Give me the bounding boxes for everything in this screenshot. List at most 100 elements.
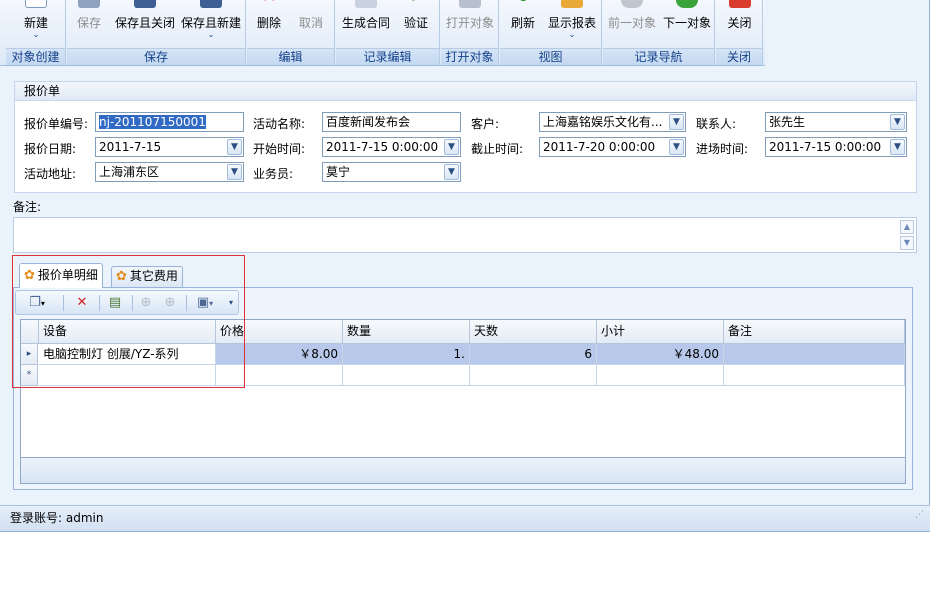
ribbon-group-navigation: 前一对象 下一对象 记录导航 [603, 0, 715, 66]
close-icon [728, 0, 751, 8]
quote-header-panel: 报价单 报价单编号: nj-201107150001 活动名称: 百度新闻发布会… [14, 81, 917, 193]
save-new-button[interactable]: 保存且新建 ⌄ [178, 0, 244, 48]
show-report-button[interactable]: 显示报表 ⌄ [544, 0, 600, 48]
delete-button[interactable]: ✕ 删除 [249, 0, 289, 48]
close-button[interactable]: 关闭 [718, 0, 761, 48]
new-row-cell[interactable] [470, 365, 597, 386]
quote-date-combo[interactable]: 2011-7-15 ▼ [95, 137, 244, 157]
new-row-cell[interactable] [39, 365, 216, 386]
remarks-label: 备注: [13, 200, 42, 214]
chevron-down-icon[interactable]: ▼ [669, 139, 684, 155]
chevron-down-icon[interactable]: ▼ [444, 139, 459, 155]
floppy-disk-icon [134, 0, 156, 8]
move-down-button[interactable]: ⊕ [160, 294, 180, 312]
chevron-down-icon[interactable]: ▼ [669, 114, 684, 130]
floppy-disk-icon [78, 0, 100, 8]
chevron-down-icon: ▾ [228, 298, 233, 307]
chevron-down-icon[interactable]: ▼ [890, 114, 905, 130]
customer-combo[interactable]: 上海嘉铭娱乐文化有... ▼ [539, 112, 686, 132]
start-time-combo[interactable]: 2011-7-15 0:00:00 ▼ [322, 137, 461, 157]
address-combo[interactable]: 上海浦东区 ▼ [95, 162, 244, 182]
open-object-button[interactable]: 打开对象 [443, 0, 497, 48]
table-cell-device[interactable]: 电脑控制灯 创展/YZ-系列 [39, 344, 216, 365]
delete-x-icon: ✕ [258, 0, 280, 8]
ribbon-group-label: 对象创建 [6, 48, 65, 65]
new-row-cell[interactable] [597, 365, 724, 386]
new-row-cell[interactable] [724, 365, 905, 386]
chevron-down-icon[interactable]: ▼ [227, 139, 242, 155]
entry-time-label: 进场时间: [696, 142, 749, 156]
toolbar-separator [99, 295, 100, 311]
add-row-button[interactable]: ❐▾ [24, 294, 50, 312]
delete-row-button[interactable]: ✕ [72, 294, 92, 312]
chevron-down-icon[interactable]: ▼ [890, 139, 905, 155]
customer-label: 客户: [471, 117, 500, 131]
scroll-up-icon[interactable]: ▲ [900, 220, 914, 234]
move-up-button[interactable]: ⊕ [136, 294, 156, 312]
column-header-price[interactable]: 价格 [216, 320, 343, 344]
contract-icon [355, 0, 377, 8]
new-document-icon [25, 0, 47, 8]
resize-grip-icon[interactable]: ⋰ [915, 503, 924, 527]
ribbon-group-label: 视图 [500, 48, 601, 65]
new-button[interactable]: 新建 ⌄ [10, 0, 62, 48]
tab-other-fees[interactable]: ✿ 其它费用 [111, 266, 183, 287]
table-cell-subtotal[interactable]: ￥48.00 [597, 344, 724, 365]
remarks-scrollbar[interactable]: ▲ ▼ [900, 220, 914, 250]
grid-edit-button[interactable]: ▤ [105, 294, 125, 312]
ribbon-group-view: ↻ 刷新 显示报表 ⌄ 视图 [500, 0, 602, 66]
remarks-textarea[interactable]: ▲ ▼ [13, 217, 917, 253]
undo-icon [300, 0, 322, 8]
chevron-down-icon[interactable]: ▼ [444, 164, 459, 180]
table-cell-note[interactable] [724, 344, 905, 365]
column-header-qty[interactable]: 数量 [343, 320, 470, 344]
toolbar-overflow-button[interactable]: ▾ [225, 294, 237, 312]
ribbon-group-label: 打开对象 [441, 48, 498, 65]
table-cell-price[interactable]: ￥8.00 [216, 344, 343, 365]
ribbon-group-label: 保存 [67, 48, 245, 65]
tab-quote-details[interactable]: ✿ 报价单明细 [19, 263, 103, 288]
validate-button[interactable]: ✔ 验证 [396, 0, 436, 48]
chevron-down-icon: ▾ [209, 299, 214, 308]
refresh-button[interactable]: ↻ 刷新 [502, 0, 544, 48]
gear-icon: ✿ [116, 269, 127, 284]
table-cell-qty[interactable]: 1. [343, 344, 470, 365]
chevron-down-icon: ▾ [40, 299, 45, 308]
column-header-subtotal[interactable]: 小计 [597, 320, 724, 344]
cancel-button[interactable]: 取消 [291, 0, 331, 48]
row-indicator[interactable]: ▸ [21, 344, 38, 365]
save-layout-button[interactable]: ▣▾ [190, 294, 220, 312]
new-row-indicator[interactable]: * [21, 365, 38, 386]
gear-icon: ✿ [24, 268, 35, 283]
new-row-cell[interactable] [343, 365, 470, 386]
ribbon-toolbar: 新建 ⌄ 对象创建 保存 保存且关闭 保存且新建 ⌄ 保存 删除 取消 编辑 生… [0, 0, 765, 66]
refresh-icon: ↻ [512, 0, 534, 8]
activity-name-field[interactable]: 百度新闻发布会 [322, 112, 461, 132]
quote-details-grid: 设备 价格 数量 天数 小计 备注 ▸ 电脑控制灯 创展/YZ-系列 ￥8.00… [20, 319, 906, 484]
salesperson-combo[interactable]: 莫宁 ▼ [322, 162, 461, 182]
column-header-device[interactable]: 设备 [39, 320, 216, 344]
end-time-combo[interactable]: 2011-7-20 0:00:00 ▼ [539, 137, 686, 157]
entry-time-combo[interactable]: 2011-7-15 0:00:00 ▼ [765, 137, 907, 157]
save-button[interactable]: 保存 [69, 0, 109, 48]
quote-no-field[interactable]: nj-201107150001 [95, 112, 244, 132]
ribbon-group-save: 保存 保存且关闭 保存且新建 ⌄ 保存 [67, 0, 246, 66]
table-cell-days[interactable]: 6 [470, 344, 597, 365]
start-time-label: 开始时间: [253, 142, 306, 156]
save-close-button[interactable]: 保存且关闭 [111, 0, 179, 48]
new-row-cell[interactable] [216, 365, 343, 386]
column-header-note[interactable]: 备注 [724, 320, 905, 344]
arrow-up-icon: ⊕ [140, 295, 152, 310]
ribbon-group-label: 编辑 [247, 48, 334, 65]
contact-combo[interactable]: 张先生 ▼ [765, 112, 907, 132]
quote-no-label: 报价单编号: [24, 117, 89, 131]
next-object-button[interactable]: 下一对象 [660, 0, 714, 48]
column-header-days[interactable]: 天数 [470, 320, 597, 344]
scroll-down-icon[interactable]: ▼ [900, 236, 914, 250]
generate-contract-button[interactable]: 生成合同 [338, 0, 394, 48]
arrow-up-icon [621, 0, 643, 8]
prev-object-button[interactable]: 前一对象 [605, 0, 659, 48]
contact-value: 张先生 [769, 115, 806, 129]
chevron-down-icon[interactable]: ▼ [227, 164, 242, 180]
check-icon: ✔ [405, 0, 427, 8]
